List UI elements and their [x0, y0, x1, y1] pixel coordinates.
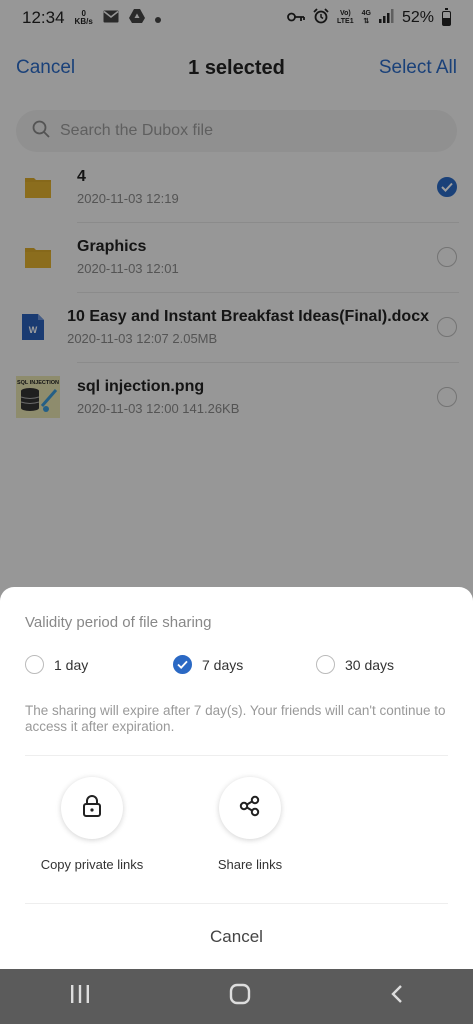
share-links-button[interactable]: Share links: [190, 777, 310, 872]
sheet-title: Validity period of file sharing: [25, 614, 212, 631]
action-circle[interactable]: [61, 777, 123, 839]
option-label: 1 day: [54, 656, 89, 673]
home-button[interactable]: [229, 983, 251, 1010]
recent-apps-button[interactable]: [69, 984, 91, 1009]
option-label: 30 days: [345, 656, 395, 673]
radio-button[interactable]: [25, 655, 44, 674]
action-label: Copy private links: [40, 857, 144, 872]
option-7-days[interactable]: 7 days: [173, 655, 243, 674]
radio-button-selected[interactable]: [173, 655, 192, 674]
system-nav-bar: [0, 969, 473, 1024]
radio-button[interactable]: [316, 655, 335, 674]
option-label: 7 days: [202, 656, 244, 673]
back-button[interactable]: [390, 984, 404, 1009]
option-1-day[interactable]: 1 day: [25, 655, 88, 674]
divider: [25, 903, 448, 904]
divider: [25, 755, 448, 756]
lock-icon: [82, 794, 102, 822]
share-icon: [239, 795, 261, 822]
expiry-note: The sharing will expire after 7 day(s). …: [25, 703, 446, 734]
option-30-days[interactable]: 30 days: [316, 655, 394, 674]
share-bottom-sheet: Validity period of file sharing 1 day 7 …: [0, 587, 473, 969]
action-circle[interactable]: [219, 777, 281, 839]
action-label: Share links: [217, 857, 283, 872]
sheet-cancel-button[interactable]: Cancel: [0, 927, 473, 947]
copy-private-links-button[interactable]: Copy private links: [32, 777, 152, 872]
